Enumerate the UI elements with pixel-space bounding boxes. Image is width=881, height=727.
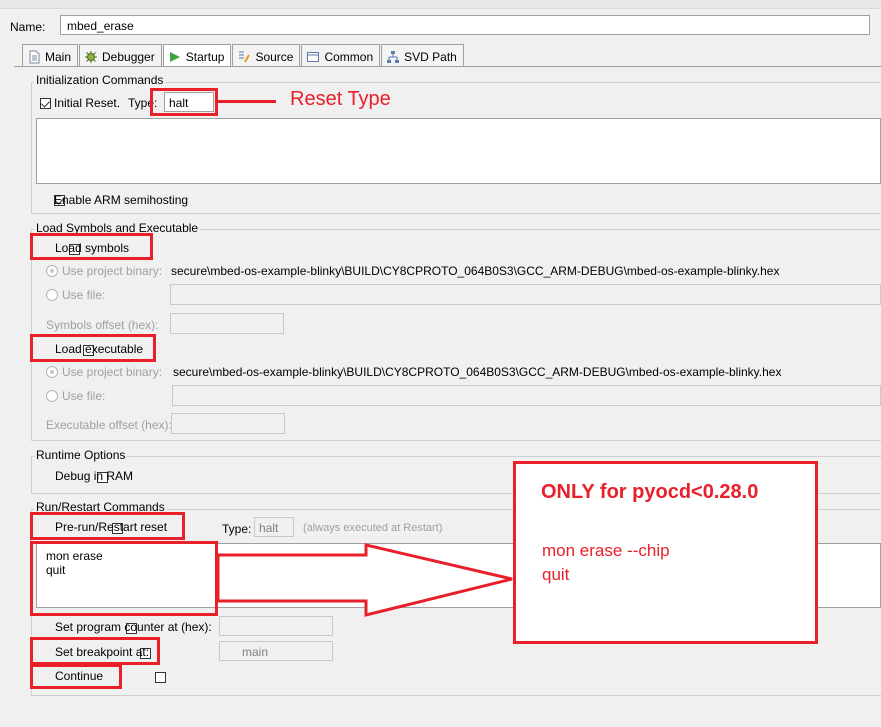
symbols-path: secure\mbed-os-example-blinky\BUILD\CY8C…	[171, 264, 780, 278]
tab-common-label: Common	[324, 50, 374, 64]
continue-checkbox[interactable]	[154, 672, 166, 684]
pyocd-note-line-2: quit	[542, 565, 570, 584]
reset-type-arrow	[218, 100, 276, 103]
tab-svd-path-label: SVD Path	[404, 50, 457, 64]
exec-project-binary-radio[interactable]	[46, 366, 58, 378]
tab-source[interactable]: Source	[232, 44, 301, 66]
svd-icon	[387, 51, 400, 63]
tab-source-label: Source	[255, 50, 294, 64]
document-icon	[29, 50, 40, 64]
load-group	[31, 229, 881, 441]
symbols-use-file-radio[interactable]	[46, 289, 58, 301]
tab-debugger[interactable]: Debugger	[79, 44, 162, 66]
init-commands-textarea[interactable]	[36, 118, 881, 184]
run-commands-highlight	[30, 541, 218, 616]
replace-arrow	[218, 543, 513, 617]
set-breakpoint-highlight	[30, 637, 160, 665]
reset-type-annotation: Reset Type	[290, 88, 391, 110]
name-field[interactable]: mbed_erase	[60, 15, 870, 35]
exec-use-file-label: Use file:	[62, 389, 106, 403]
exec-offset-input[interactable]	[171, 413, 285, 434]
symbols-project-binary-radio[interactable]	[46, 265, 58, 277]
exec-project-binary-label: Use project binary:	[62, 365, 163, 379]
source-icon	[239, 51, 251, 63]
exec-path: secure\mbed-os-example-blinky\BUILD\CY8C…	[173, 365, 782, 379]
initial-reset-checkbox[interactable]	[40, 98, 51, 110]
tab-main[interactable]: Main	[22, 44, 79, 66]
window-top-strip	[0, 0, 881, 9]
common-icon	[307, 52, 320, 62]
set-pc-input[interactable]	[219, 616, 333, 636]
run-type-label: Type:	[222, 522, 252, 536]
exec-offset-label: Executable offset (hex):	[46, 418, 172, 432]
runtime-group-title: Runtime Options	[34, 448, 128, 462]
load-executable-highlight	[30, 334, 156, 362]
tab-bar: Main Debugger Startup Source Common SVD …	[22, 44, 465, 66]
pyocd-note-line-1: mon erase --chip	[542, 541, 670, 560]
initial-reset-label: Initial Reset.	[54, 96, 121, 110]
always-executed-note: (always executed at Restart)	[303, 522, 443, 534]
set-pc-label: Set program counter at (hex):	[55, 620, 212, 634]
tab-common[interactable]: Common	[301, 44, 381, 66]
symbols-use-file-label: Use file:	[62, 288, 106, 302]
tab-divider	[14, 66, 881, 67]
tab-debugger-label: Debugger	[102, 50, 155, 64]
reset-type-highlight	[150, 88, 218, 116]
name-label: Name:	[10, 20, 46, 34]
continue-highlight	[30, 664, 122, 689]
run-type-input[interactable]: halt	[254, 517, 294, 537]
debug-in-ram-label: Debug in RAM	[55, 469, 134, 483]
pyocd-note-title: ONLY for pyocd<0.28.0	[541, 481, 759, 503]
play-icon	[169, 52, 180, 62]
exec-file-input[interactable]	[172, 385, 881, 406]
symbols-offset-label: Symbols offset (hex):	[46, 318, 159, 332]
init-group-title: Initialization Commands	[34, 73, 166, 87]
symbols-offset-input[interactable]	[170, 313, 284, 334]
bug-icon	[85, 51, 98, 63]
symbols-file-input[interactable]	[170, 284, 881, 305]
tab-startup-label: Startup	[185, 50, 225, 64]
symbols-project-binary-label: Use project binary:	[62, 264, 163, 278]
prerun-reset-highlight	[30, 512, 185, 540]
tab-main-label: Main	[45, 50, 72, 64]
semihosting-label: Enable ARM semihosting	[54, 193, 189, 207]
load-symbols-highlight	[30, 233, 153, 260]
tab-startup[interactable]: Startup	[162, 44, 232, 66]
exec-use-file-radio[interactable]	[46, 390, 58, 402]
breakpoint-input[interactable]: main	[219, 641, 333, 661]
tab-svd-path[interactable]: SVD Path	[381, 44, 464, 66]
